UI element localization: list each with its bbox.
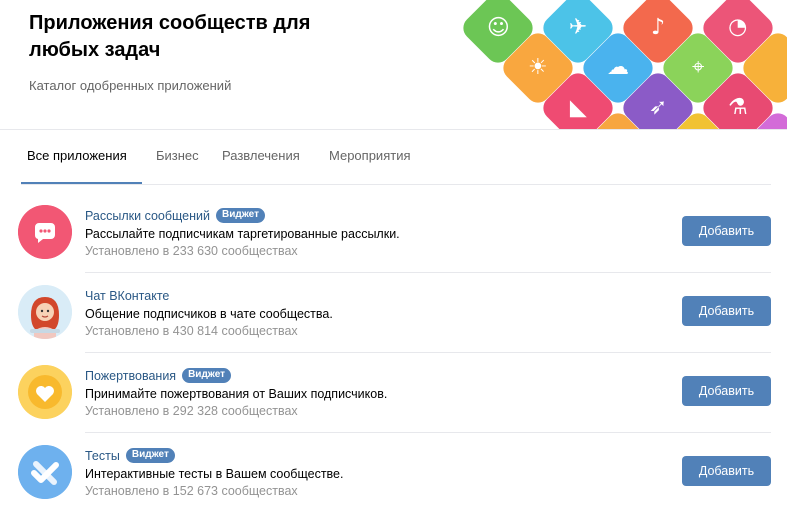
app-name-link[interactable]: Чат ВКонтакте	[85, 289, 169, 303]
list-item: Рассылки сообщений Виджет Рассылайте под…	[18, 193, 771, 273]
app-install-count: Установлено в 292 328 сообществах	[85, 404, 298, 418]
tab-events[interactable]: Мероприятия	[329, 148, 411, 163]
add-app-button[interactable]: Добавить	[682, 216, 771, 246]
page-title: Приложения сообществ для любых задач	[29, 12, 311, 61]
hero-illustration: ☺ ✈ ♪ ◔ ☀ ☁ ⌖ ◣ ➶ ⚗	[450, 0, 787, 129]
list-item: Чат ВКонтакте Общение подписчиков в чате…	[18, 273, 771, 353]
tab-business[interactable]: Бизнес	[156, 148, 199, 163]
app-info: Чат ВКонтакте Общение подписчиков в чате…	[85, 287, 645, 339]
app-info: Тесты Виджет Интерактивные тесты в Вашем…	[85, 447, 645, 499]
page-subtitle: Каталог одобренных приложений	[29, 78, 232, 93]
app-name-link[interactable]: Рассылки сообщений	[85, 209, 210, 223]
add-app-button[interactable]: Добавить	[682, 456, 771, 486]
app-name-link[interactable]: Тесты	[85, 449, 120, 463]
message-dots-icon[interactable]	[18, 205, 72, 259]
widget-badge: Виджет	[216, 208, 266, 223]
app-info: Пожертвования Виджет Принимайте пожертво…	[85, 367, 645, 419]
list-item: Тесты Виджет Интерактивные тесты в Вашем…	[18, 433, 771, 510]
page-header: Приложения сообществ для любых задач Кат…	[0, 0, 787, 130]
app-install-count: Установлено в 233 630 сообществах	[85, 244, 298, 258]
widget-badge: Виджет	[182, 368, 232, 383]
heart-icon[interactable]	[18, 365, 72, 419]
girl-avatar-icon[interactable]	[18, 285, 72, 339]
app-description: Интерактивные тесты в Вашем сообществе.	[85, 467, 344, 481]
app-install-count: Установлено в 430 814 сообществах	[85, 324, 298, 338]
category-tabs: Все приложения Бизнес Развлечения Меропр…	[21, 130, 771, 185]
check-cross-icon[interactable]	[18, 445, 72, 499]
app-install-count: Установлено в 152 673 сообществах	[85, 484, 298, 498]
app-description: Общение подписчиков в чате сообщества.	[85, 307, 333, 321]
app-name-link[interactable]: Пожертвования	[85, 369, 176, 383]
active-tab-indicator	[21, 182, 142, 184]
app-info: Рассылки сообщений Виджет Рассылайте под…	[85, 207, 645, 259]
add-app-button[interactable]: Добавить	[682, 296, 771, 326]
app-description: Принимайте пожертвования от Ваших подпис…	[85, 387, 388, 401]
list-item: Пожертвования Виджет Принимайте пожертво…	[18, 353, 771, 433]
widget-badge: Виджет	[125, 448, 175, 463]
add-app-button[interactable]: Добавить	[682, 376, 771, 406]
tab-all-apps[interactable]: Все приложения	[27, 148, 127, 163]
tab-entertainment[interactable]: Развлечения	[222, 148, 300, 163]
app-description: Рассылайте подписчикам таргетированные р…	[85, 227, 400, 241]
